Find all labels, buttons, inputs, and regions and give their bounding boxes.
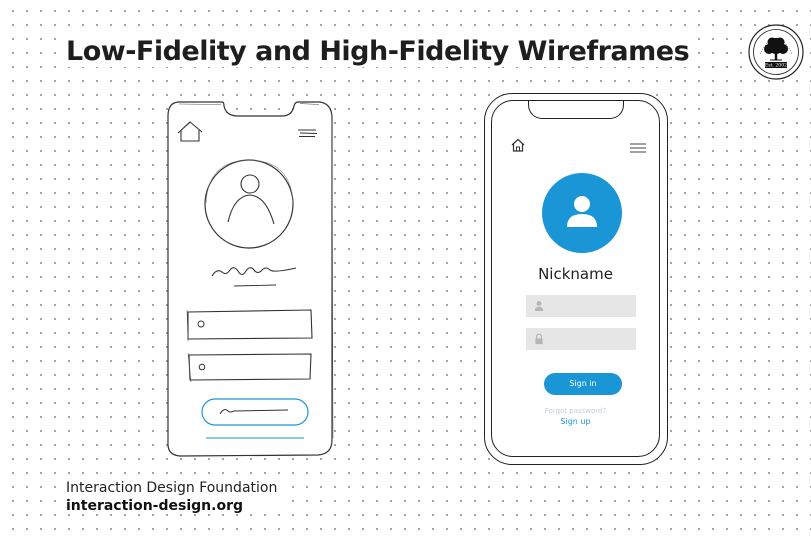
footer-organization: Interaction Design Foundation [66, 480, 278, 496]
phone-notch [528, 101, 624, 119]
forgot-password-link[interactable]: Forgot password? [492, 407, 659, 415]
hamburger-menu-icon[interactable] [630, 139, 646, 153]
idf-seal-logo: Est. 2002 [748, 24, 804, 80]
footer-url[interactable]: interaction-design.org [66, 498, 277, 514]
hifi-screen: Nickname Sign in Forgot password? Sign u… [491, 100, 660, 457]
user-icon [567, 196, 597, 227]
username-field[interactable] [526, 295, 636, 317]
sign-in-button[interactable]: Sign in [544, 373, 622, 395]
lock-icon [535, 333, 543, 345]
hifi-wireframe-phone: Nickname Sign in Forgot password? Sign u… [484, 93, 668, 465]
avatar [542, 173, 622, 253]
footer: Interaction Design Foundation interactio… [62, 480, 282, 514]
tree-icon: Est. 2002 [748, 24, 804, 80]
page-title: Low-Fidelity and High-Fidelity Wireframe… [62, 36, 694, 67]
lofi-wireframe-phone [164, 100, 336, 458]
nickname-label: Nickname [538, 265, 613, 283]
password-field[interactable] [526, 328, 636, 350]
sign-up-link[interactable]: Sign up [492, 417, 659, 426]
seal-est-label: Est. 2002 [765, 63, 787, 69]
house-icon[interactable] [510, 137, 526, 153]
user-icon [534, 301, 544, 311]
